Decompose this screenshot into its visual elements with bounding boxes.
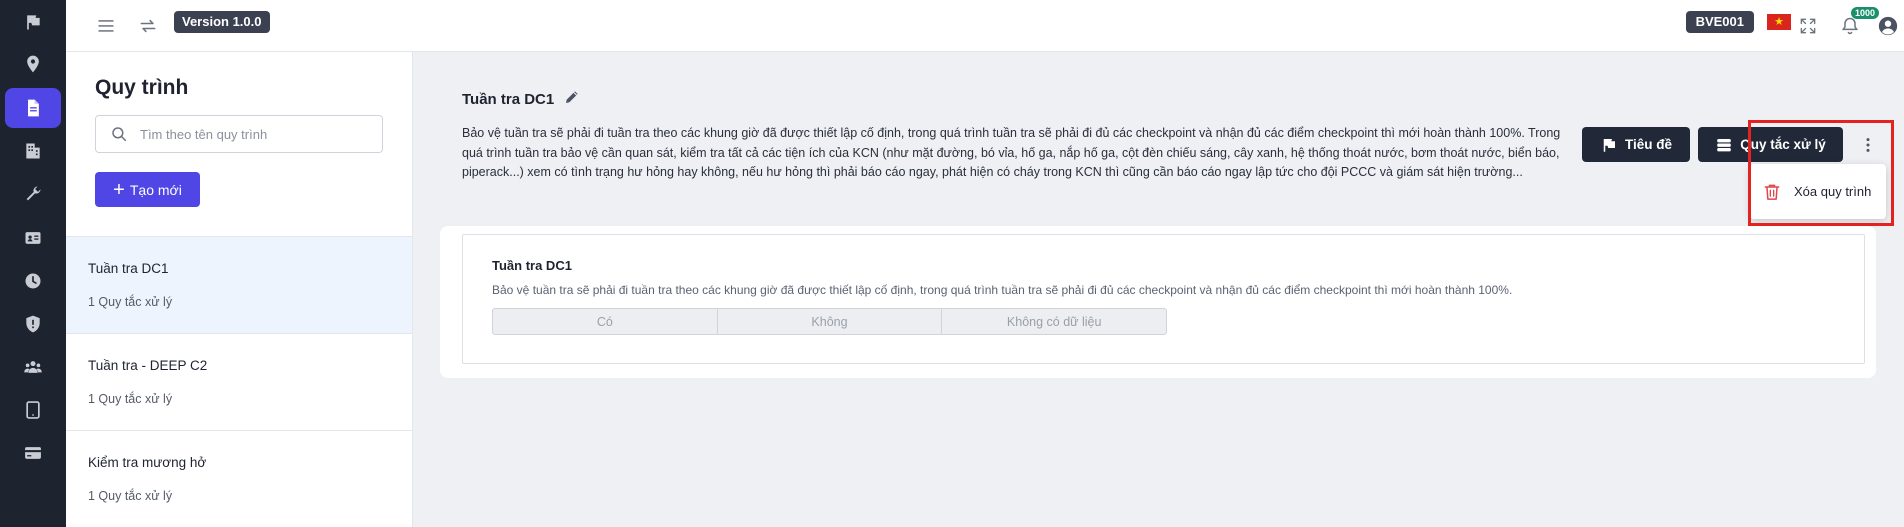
- process-title: Tuần tra DC1: [462, 91, 555, 108]
- page-title: Quy trình: [95, 76, 189, 99]
- clock-icon[interactable]: [5, 261, 61, 301]
- site-code-badge[interactable]: BVE001: [1685, 11, 1754, 33]
- edit-pencil-icon[interactable]: [560, 85, 584, 109]
- title-button[interactable]: Tiêu đề: [1582, 127, 1690, 162]
- language-flag-icon[interactable]: ★: [1767, 14, 1791, 30]
- process-detail-header: Tuần tra DC1 Bảo vệ tuần tra sẽ phải đi …: [413, 52, 1904, 210]
- document-icon[interactable]: [5, 88, 61, 128]
- search-box[interactable]: [95, 115, 383, 153]
- menu-icon[interactable]: [90, 10, 122, 42]
- tablet-icon[interactable]: [5, 390, 61, 430]
- list-item-rule-count: 1 Quy tắc xử lý: [88, 392, 173, 406]
- list-item[interactable]: Kiểm tra mương hở 1 Quy tắc xử lý: [66, 430, 412, 527]
- rules-button-label: Quy tắc xử lý: [1740, 137, 1826, 152]
- notification-bell[interactable]: 1000: [1834, 7, 1880, 42]
- trash-icon: [1764, 184, 1780, 200]
- fullscreen-icon[interactable]: [1792, 10, 1824, 42]
- rule-description: Bảo vệ tuần tra sẽ phải đi tuần tra theo…: [492, 283, 1513, 297]
- rules-button[interactable]: Quy tắc xử lý: [1698, 127, 1843, 162]
- list-item-name: Tuần tra DC1: [88, 261, 169, 276]
- side-rail: [0, 0, 66, 527]
- create-button[interactable]: + Tạo mới: [95, 172, 200, 207]
- search-icon: [112, 127, 127, 142]
- options-dropdown-menu[interactable]: Xóa quy trình: [1750, 164, 1886, 219]
- create-button-label: Tạo mới: [129, 181, 182, 198]
- flag-star: ★: [1774, 16, 1784, 28]
- version-badge: Version 1.0.0: [174, 11, 270, 33]
- rule-title: Tuần tra DC1: [492, 258, 572, 273]
- users-icon[interactable]: [5, 347, 61, 387]
- option-no-data[interactable]: Không có dữ liệu: [942, 309, 1166, 334]
- option-yes[interactable]: Có: [493, 309, 718, 334]
- shield-icon[interactable]: [5, 304, 61, 344]
- more-options-icon[interactable]: [1852, 125, 1884, 165]
- process-card: Tuần tra DC1 Bảo vệ tuần tra sẽ phải đi …: [440, 226, 1876, 378]
- title-button-label: Tiêu đề: [1624, 137, 1672, 152]
- flag-icon[interactable]: [5, 2, 61, 42]
- app-root: Version 1.0.0 BVE001 ★ 1000 Quy trình + …: [0, 0, 1904, 527]
- option-no[interactable]: Không: [718, 309, 943, 334]
- list-item-rule-count: 1 Quy tắc xử lý: [88, 489, 173, 503]
- stack-icon: [1717, 138, 1731, 151]
- id-card-icon[interactable]: [5, 218, 61, 258]
- rule-card: Tuần tra DC1 Bảo vệ tuần tra sẽ phải đi …: [462, 234, 1865, 364]
- process-description: Bảo vệ tuần tra sẽ phải đi tuần tra theo…: [462, 126, 1561, 179]
- location-pin-icon[interactable]: [5, 44, 61, 84]
- plus-icon: +: [113, 178, 125, 201]
- list-item[interactable]: Tuần tra DC1 1 Quy tắc xử lý: [66, 236, 412, 333]
- building-icon[interactable]: [5, 131, 61, 171]
- bell-icon: [1841, 17, 1859, 35]
- flag-icon: [1603, 138, 1615, 152]
- wrench-icon[interactable]: [5, 174, 61, 214]
- swap-icon[interactable]: [132, 10, 164, 42]
- user-avatar-icon[interactable]: [1872, 10, 1904, 42]
- list-item-name: Kiểm tra mương hở: [88, 455, 207, 470]
- answer-segmented-control[interactable]: Có Không Không có dữ liệu: [492, 308, 1167, 335]
- top-bar: Version 1.0.0 BVE001 ★ 1000: [66, 0, 1904, 52]
- list-item[interactable]: Tuần tra - DEEP C2 1 Quy tắc xử lý: [66, 333, 412, 430]
- card-icon[interactable]: [5, 433, 61, 473]
- search-input[interactable]: [140, 126, 370, 142]
- process-list-panel: Quy trình + Tạo mới Tuần tra DC1 1 Quy t…: [66, 52, 413, 527]
- list-item-rule-count: 1 Quy tắc xử lý: [88, 295, 173, 309]
- delete-process-item[interactable]: Xóa quy trình: [1794, 184, 1871, 199]
- list-item-name: Tuần tra - DEEP C2: [88, 358, 208, 373]
